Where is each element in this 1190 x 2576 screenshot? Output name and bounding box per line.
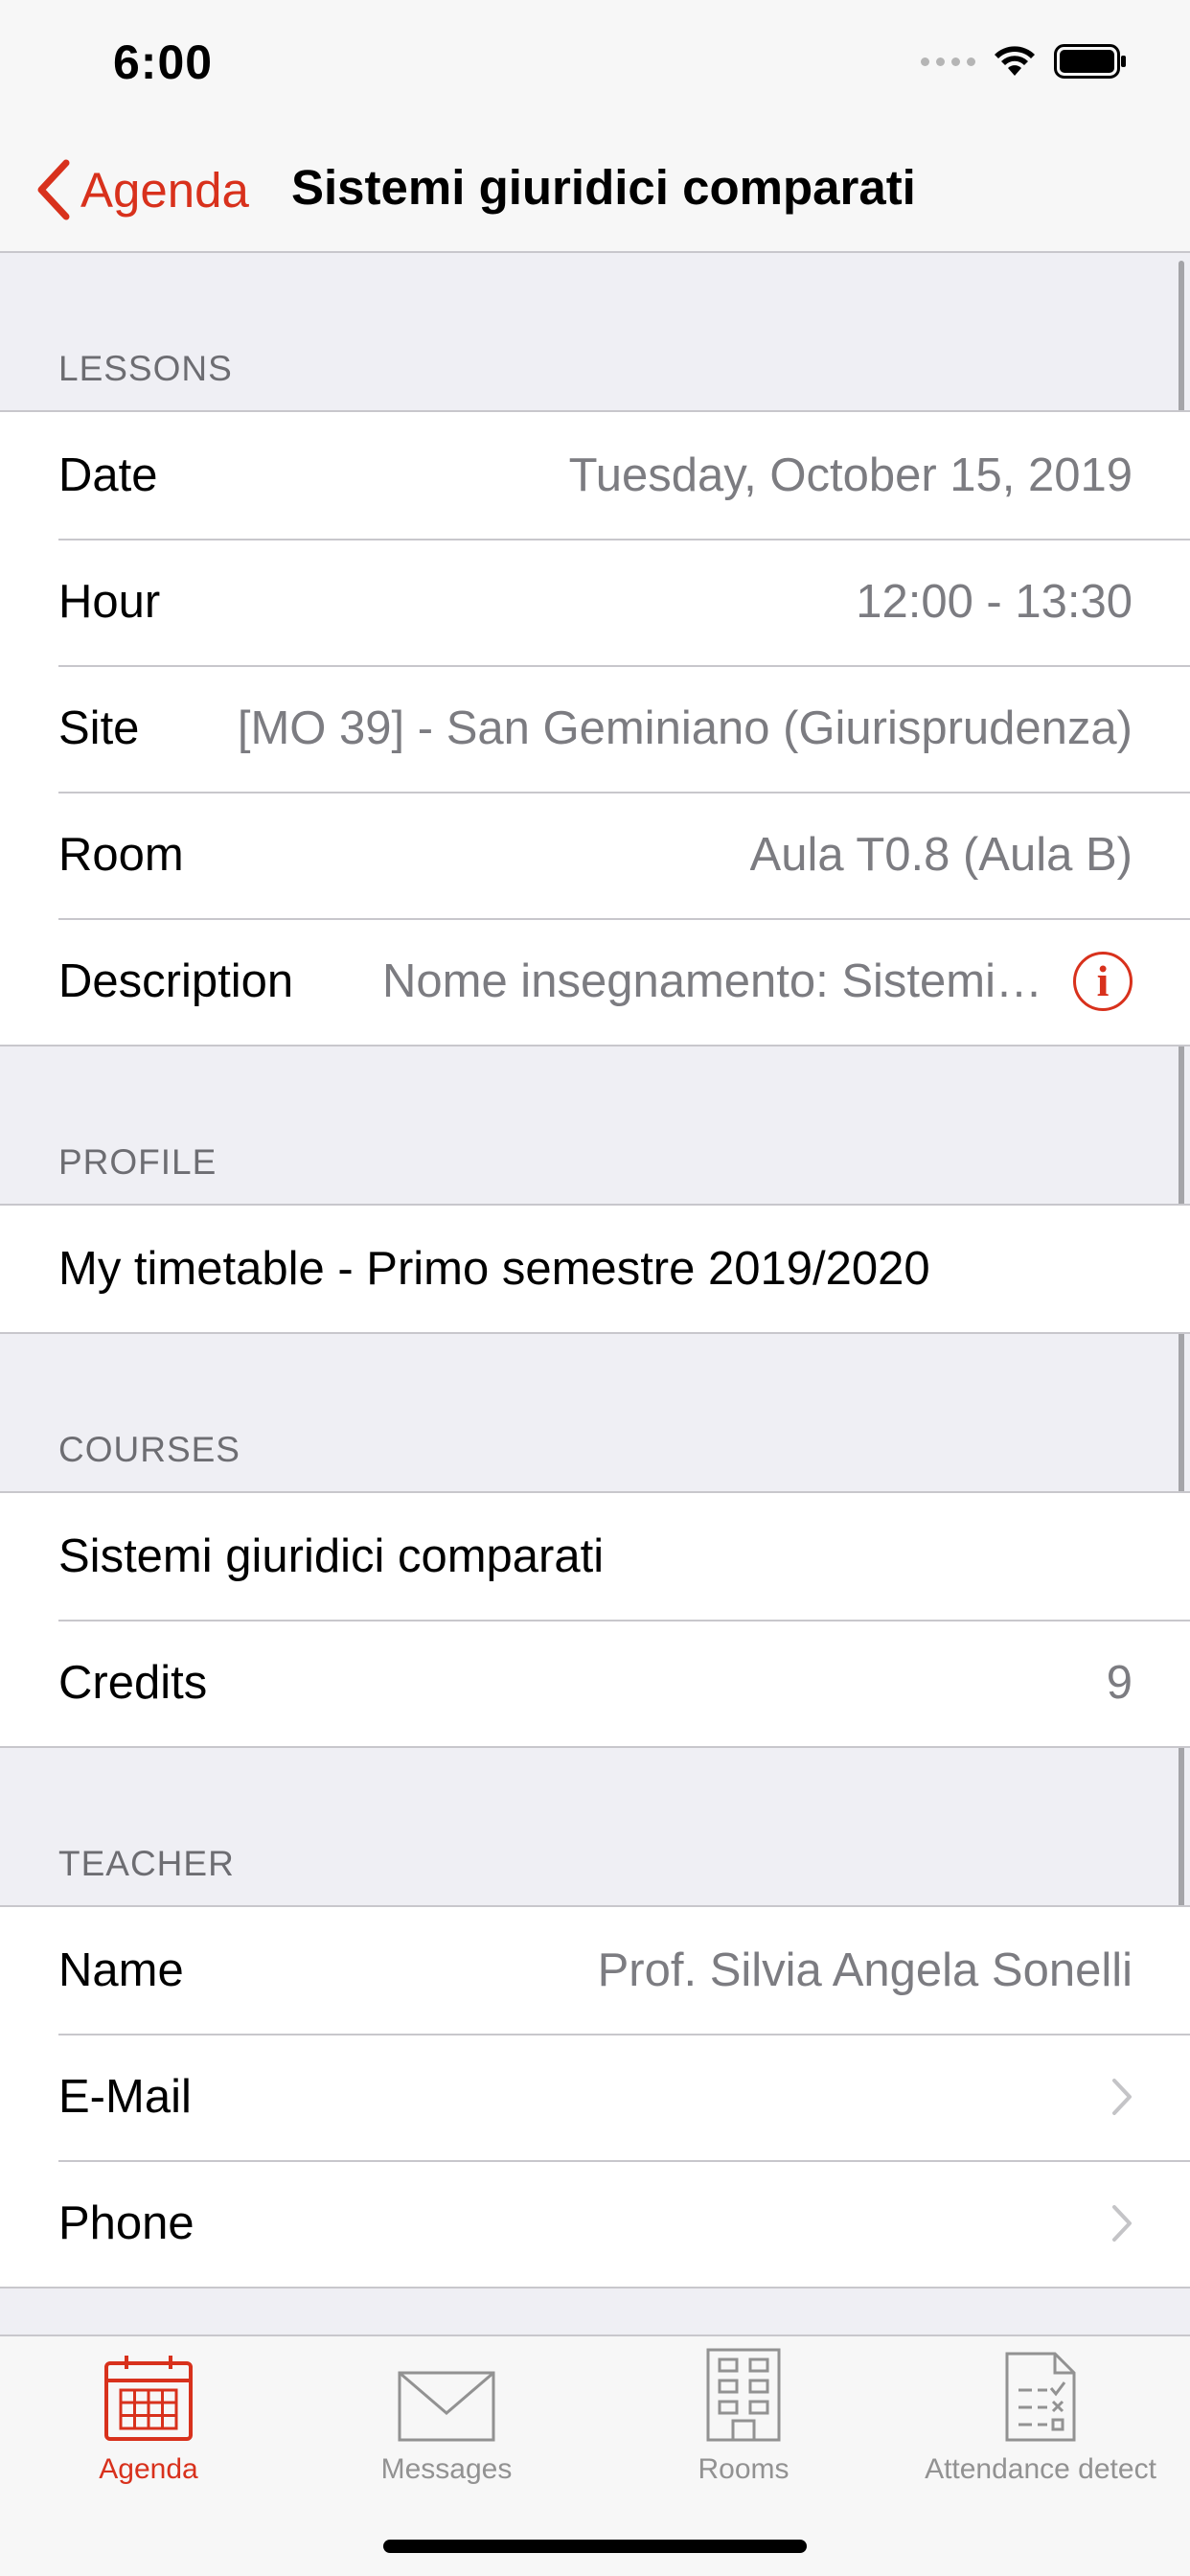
description-value: Nome insegnamento: Sistemi… <box>381 955 1042 1007</box>
info-icon[interactable]: i <box>1073 952 1133 1011</box>
lesson-hour-row: Hour 12:00 - 13:30 <box>0 539 1190 665</box>
status-icons <box>921 44 1127 79</box>
date-label: Date <box>58 449 158 501</box>
site-value: [MO 39] - San Geminiano (Giurisprudenza) <box>237 702 1133 754</box>
tab-rooms-label: Rooms <box>698 2453 790 2485</box>
description-label: Description <box>58 955 294 1007</box>
navigation-bar: Agenda Sistemi giuridici comparati <box>0 125 1190 253</box>
tab-messages[interactable]: Messages <box>298 2336 595 2509</box>
date-value: Tuesday, October 15, 2019 <box>568 449 1133 501</box>
section-header-profile: PROFILE <box>58 1142 217 1182</box>
tab-messages-label: Messages <box>380 2453 513 2485</box>
teacher-email-row[interactable]: E-Mail <box>0 2034 1190 2160</box>
courses-group: Sistemi giuridici comparati Credits 9 <box>0 1491 1190 1748</box>
tab-attendance-detect[interactable]: Attendance detect <box>892 2336 1189 2509</box>
phone-label: Phone <box>58 2197 195 2249</box>
lessons-group: Date Tuesday, October 15, 2019 Hour 12:0… <box>0 410 1190 1046</box>
teacher-name-row: Name Prof. Silvia Angela Sonelli <box>0 1907 1190 2034</box>
credits-value: 9 <box>1106 1657 1133 1709</box>
teacher-phone-row[interactable]: Phone <box>0 2160 1190 2287</box>
back-button[interactable]: Agenda <box>34 151 249 228</box>
checklist-document-icon <box>1005 2352 1076 2442</box>
lesson-description-row[interactable]: Description Nome insegnamento: Sistemi… … <box>0 918 1190 1045</box>
home-indicator[interactable] <box>383 2540 807 2553</box>
hour-label: Hour <box>58 576 161 628</box>
hour-value: 12:00 - 13:30 <box>856 576 1133 628</box>
section-header-teacher: TEACHER <box>58 1844 235 1883</box>
back-button-label: Agenda <box>80 162 249 218</box>
lesson-date-row: Date Tuesday, October 15, 2019 <box>0 412 1190 539</box>
tab-agenda-label: Agenda <box>99 2453 198 2485</box>
teacher-name-label: Name <box>58 1944 184 1996</box>
room-label: Room <box>58 829 184 881</box>
profile-group: My timetable - Primo semestre 2019/2020 <box>0 1204 1190 1334</box>
tab-rooms[interactable]: Rooms <box>595 2336 892 2509</box>
status-bar: 6:00 <box>0 0 1190 125</box>
section-header-courses: COURSES <box>58 1430 240 1469</box>
battery-icon <box>1054 44 1126 79</box>
calendar-icon <box>104 2356 193 2441</box>
wifi-icon <box>995 46 1035 76</box>
teacher-group: Name Prof. Silvia Angela Sonelli E-Mail … <box>0 1905 1190 2288</box>
tab-agenda[interactable]: Agenda <box>0 2336 297 2509</box>
lesson-site-row: Site [MO 39] - San Geminiano (Giurisprud… <box>0 665 1190 792</box>
email-label: E-Mail <box>58 2071 192 2123</box>
lesson-room-row: Room Aula T0.8 (Aula B) <box>0 792 1190 918</box>
credits-label: Credits <box>58 1657 208 1709</box>
envelope-icon <box>398 2371 495 2442</box>
teacher-name-value: Prof. Silvia Angela Sonelli <box>597 1944 1133 1996</box>
room-value: Aula T0.8 (Aula B) <box>749 829 1133 881</box>
site-label: Site <box>58 702 140 754</box>
course-name: Sistemi giuridici comparati <box>58 1530 605 1582</box>
section-header-lessons: LESSONS <box>58 349 233 388</box>
profile-value: My timetable - Primo semestre 2019/2020 <box>58 1243 930 1295</box>
cellular-signal-icon <box>921 57 975 66</box>
page-title: Sistemi giuridici comparati <box>291 160 916 215</box>
building-icon <box>706 2348 781 2442</box>
course-credits-row: Credits 9 <box>0 1620 1190 1746</box>
status-time: 6:00 <box>113 35 214 89</box>
course-name-row: Sistemi giuridici comparati <box>0 1493 1190 1620</box>
tab-attendance-detect-label: Attendance detect <box>925 2453 1156 2485</box>
chevron-left-icon <box>37 159 70 220</box>
profile-row: My timetable - Primo semestre 2019/2020 <box>0 1206 1190 1332</box>
chevron-right-icon <box>1112 2079 1132 2115</box>
chevron-right-icon <box>1112 2205 1132 2242</box>
